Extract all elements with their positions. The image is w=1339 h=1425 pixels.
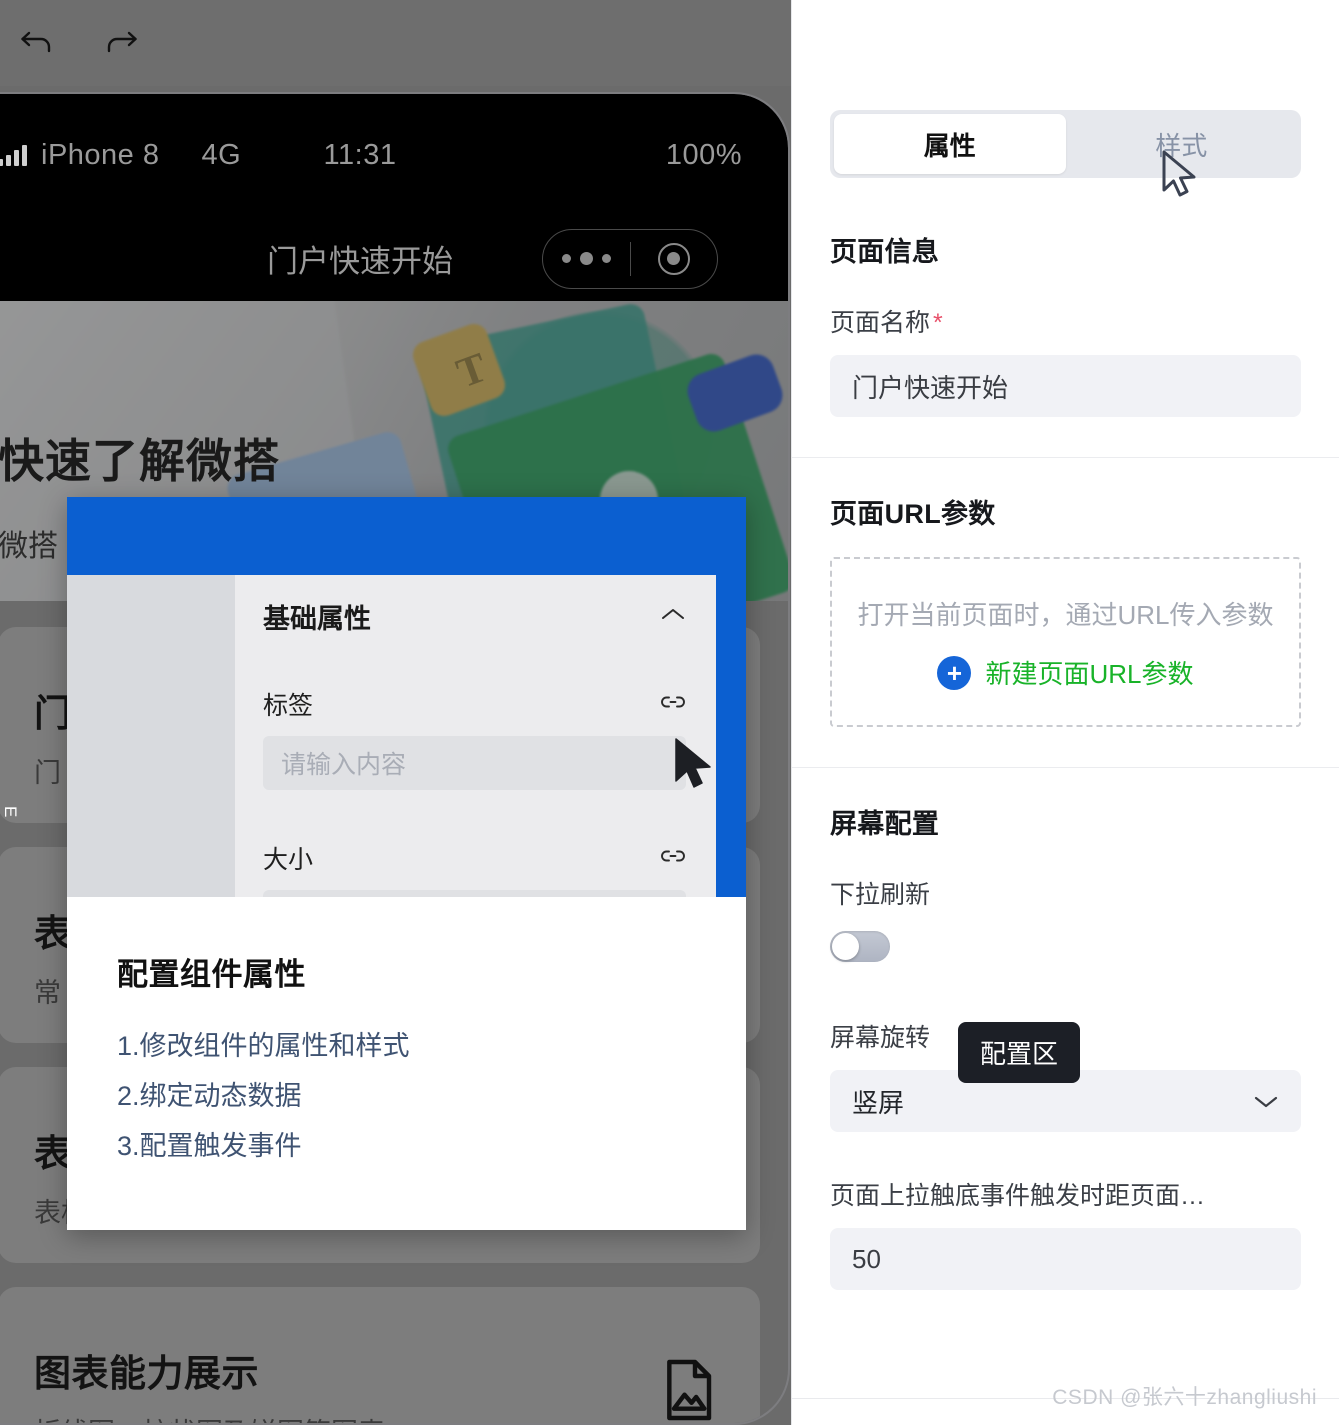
modal-step-list: 1.修改组件的属性和样式 2.绑定动态数据 3.配置触发事件 [117, 1022, 696, 1172]
screenshot-field-label: 大小 [263, 846, 314, 874]
properties-panel: 属性 样式 页面信息 页面名称 * 门户快速开始 页面URL参数 打开当前页面时，… [791, 0, 1339, 1425]
reach-bottom-input[interactable]: 50 [830, 1228, 1301, 1290]
list-item: 1.修改组件的属性和样式 [117, 1031, 410, 1061]
hero-subtitle: 微搭 [0, 530, 58, 563]
signal-bars-icon [0, 144, 27, 166]
status-time: 11:31 [323, 138, 397, 171]
panel-header [792, 0, 1339, 110]
url-param-empty-state: 打开当前页面时，通过URL传入参数 + 新建页面URL参数 [830, 557, 1301, 727]
screenshot-field-label: 标签 [263, 692, 314, 720]
add-url-param-label: 新建页面URL参数 [985, 659, 1194, 689]
link-icon[interactable] [660, 847, 686, 870]
toggle-knob [832, 933, 859, 960]
required-asterisk: * [933, 309, 943, 337]
section-page-info: 页面信息 页面名称 * 门户快速开始 [792, 196, 1339, 458]
pull-refresh-toggle-row [830, 931, 1301, 962]
phone-nav-title: 门户快速开始 [267, 244, 453, 279]
pull-refresh-label: 下拉刷新 [830, 881, 931, 909]
modal-title: 配置组件属性 [117, 957, 306, 992]
pull-refresh-toggle[interactable] [830, 931, 890, 962]
hero-title: 快速了解微搭 [0, 435, 280, 487]
url-param-hint: 打开当前页面时，通过URL传入参数 [857, 600, 1274, 630]
status-battery: 100% [665, 138, 742, 171]
section-title: 页面信息 [830, 237, 940, 267]
screenshot-panel-title: 基础属性 [263, 604, 371, 634]
reach-bottom-value: 50 [852, 1243, 881, 1274]
screenshot-left-strip [67, 575, 235, 897]
list-item[interactable]: 图表能力展示 折线图、柱状图及饼图等图表 [0, 1287, 760, 1423]
add-url-param-button[interactable]: + 新建页面URL参数 [832, 654, 1299, 691]
screenshot-tag-input[interactable]: 请输入内容 [263, 736, 686, 790]
link-icon[interactable] [660, 693, 686, 716]
panel-tab-group: 属性 样式 [830, 110, 1301, 178]
chevron-down-icon [1253, 1086, 1279, 1117]
phone-nav-bar: 门户快速开始 [0, 216, 788, 301]
section-title: 页面URL参数 [830, 499, 996, 529]
redo-arrow-icon[interactable] [98, 20, 144, 66]
hero-decor-letter: T [450, 344, 494, 398]
reach-bottom-label: 页面上拉触底事件触发时距页面… [830, 1182, 1206, 1210]
plus-circle-icon: + [937, 655, 972, 690]
list-item: 3.配置触发事件 [117, 1130, 302, 1161]
tooltip-text: 配置区 [980, 1039, 1059, 1069]
screenshot-size-select[interactable]: 小 [263, 890, 686, 897]
tab-attributes[interactable]: 属性 [834, 114, 1066, 174]
status-network: 4G [201, 138, 242, 171]
card-title: 图表能力展示 [34, 1353, 259, 1394]
onboarding-modal: 基础属性 标签 请输入内容 大小 配置组件属性 1.修改组件的属性和样式 2.绑… [67, 497, 746, 1230]
section-title: 屏幕配置 [830, 809, 940, 839]
card-desc: 折线图、柱状图及饼图等图表 [34, 1411, 720, 1423]
mouse-pointer-icon [1160, 150, 1200, 205]
app-root: iPhone 8 4G 11:31 100% 门户快速开始 T 快速了解微搭 微… [0, 0, 1339, 1425]
canvas-toolbar [0, 0, 791, 86]
page-name-label-text: 页面名称 [830, 309, 931, 337]
page-name-input[interactable]: 门户快速开始 [830, 355, 1301, 417]
screenshot-field-row: 标签 [263, 686, 686, 722]
tab-label: 属性 [923, 130, 976, 161]
image-file-icon [660, 1357, 716, 1423]
screenshot-panel-header: 基础属性 [263, 597, 686, 636]
modal-body: 配置组件属性 1.修改组件的属性和样式 2.绑定动态数据 3.配置触发事件 [67, 897, 746, 1230]
modal-screenshot: 基础属性 标签 请输入内容 大小 [67, 497, 746, 897]
screen-rotation-value: 竖屏 [852, 1087, 905, 1118]
phone-status-bar: iPhone 8 4G 11:31 100% [0, 94, 788, 216]
more-dots-icon[interactable] [543, 252, 630, 265]
csdn-watermark: CSDN @张六十zhangliushi [1052, 1386, 1317, 1409]
list-item: 2.绑定动态数据 [117, 1080, 302, 1111]
mouse-pointer-icon [672, 737, 718, 796]
wechat-capsule[interactable] [542, 228, 718, 289]
screenshot-tag-placeholder: 请输入内容 [281, 751, 407, 779]
status-device: iPhone 8 [41, 138, 160, 171]
canvas-edge-label: E [1, 806, 20, 819]
chevron-up-icon[interactable] [660, 606, 686, 627]
section-url-params: 页面URL参数 打开当前页面时，通过URL传入参数 + 新建页面URL参数 [792, 458, 1339, 768]
screenshot-field-row: 大小 [263, 840, 686, 876]
screenshot-property-panel: 基础属性 标签 请输入内容 大小 [235, 575, 716, 897]
page-name-label: 页面名称 * [830, 303, 1301, 339]
undo-arrow-icon[interactable] [14, 20, 60, 66]
target-circle-icon[interactable] [631, 242, 718, 275]
config-area-tooltip: 配置区 [958, 1022, 1081, 1083]
page-name-value: 门户快速开始 [852, 372, 1009, 403]
